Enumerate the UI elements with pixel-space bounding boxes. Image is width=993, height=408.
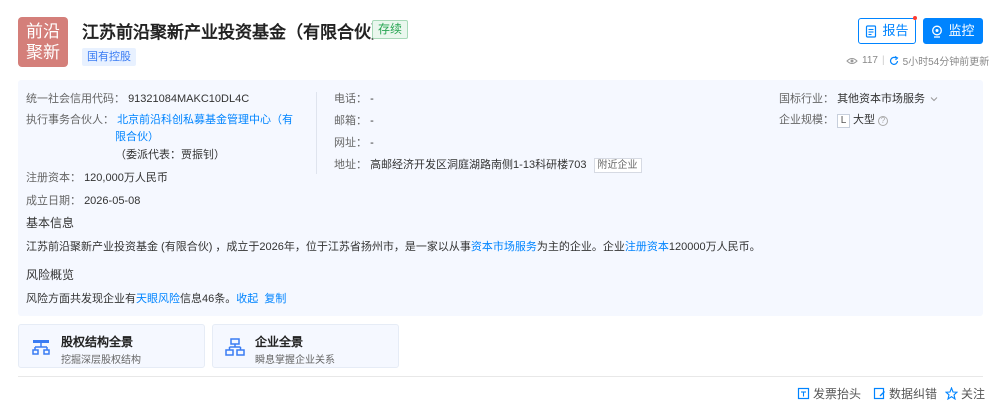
- address-label: 地址：: [334, 159, 367, 171]
- industry-link[interactable]: 资本市场服务: [471, 241, 537, 253]
- address-value: 高邮经济开发区洞庭湖路南侧1-13科研楼703: [370, 159, 587, 171]
- monitor-icon: [932, 25, 943, 38]
- partner-row: 执行事务合伙人： 北京前沿科创私募基金管理中心（有: [26, 111, 293, 127]
- meta-row: 117 | 5小时54分钟前更新: [846, 53, 989, 68]
- risk-text-1: 风险方面共发现企业有: [26, 293, 136, 305]
- email-row: 邮箱： -: [334, 112, 374, 128]
- ownership-tag[interactable]: 国有控股: [82, 48, 136, 66]
- credit-code-label: 统一社会信用代码：: [26, 93, 125, 105]
- copy-button[interactable]: 复制: [264, 293, 286, 305]
- meta-separator: |: [881, 55, 885, 66]
- view-count: 117: [862, 55, 878, 66]
- capital-row: 注册资本： 120,000万人民币: [26, 169, 168, 185]
- partner-row-2: 限合伙）: [115, 128, 159, 144]
- risk-heading: 风险概览: [26, 268, 75, 282]
- phone-value: -: [370, 93, 374, 105]
- scale-row: 企业规模： L 大型?: [779, 111, 888, 128]
- follow-label: 关注: [961, 387, 986, 401]
- partner-link[interactable]: 北京前沿科创私募基金管理中心（有: [117, 114, 293, 126]
- capital-value: 120,000万人民币: [84, 172, 168, 184]
- industry-label: 国标行业：: [779, 93, 834, 105]
- credit-code-value: 91321084MAKC10DL4C: [128, 93, 250, 105]
- notification-dot: [913, 16, 917, 20]
- report-label: 报告: [882, 23, 909, 38]
- risk-link[interactable]: 天眼风险: [136, 293, 180, 305]
- logo-line-2: 聚新: [26, 43, 60, 62]
- card-title: 企业全景: [255, 335, 304, 349]
- invoice-header-button[interactable]: 发票抬头: [797, 385, 861, 402]
- invoice-label: 发票抬头: [813, 387, 862, 401]
- partner-link-cont[interactable]: 限合伙）: [115, 131, 159, 143]
- follow-button[interactable]: 关注: [945, 385, 985, 402]
- email-value: -: [370, 115, 374, 127]
- address-row: 地址： 高邮经济开发区洞庭湖路南侧1-13科研楼703 附近企业: [334, 156, 642, 173]
- report-button[interactable]: 报告: [858, 18, 916, 44]
- document-icon: [866, 24, 877, 38]
- partner-label: 执行事务合伙人：: [26, 114, 114, 126]
- website-value: -: [370, 137, 374, 149]
- collapse-button[interactable]: 收起: [236, 293, 258, 305]
- equity-structure-card[interactable]: 股权结构全景 挖掘深层股权结构: [18, 324, 205, 368]
- phone-row: 电话： -: [334, 90, 374, 106]
- data-correction-button[interactable]: 数据纠错: [873, 385, 937, 402]
- eye-icon: [846, 57, 858, 64]
- equity-structure-icon: [32, 340, 50, 355]
- website-row: 网址： -: [334, 134, 374, 150]
- updated-time: 5小时54分钟前更新: [902, 57, 990, 68]
- risk-text: 风险方面共发现企业有天眼风险信息46条。收起 复制: [26, 290, 286, 306]
- footer-divider: [18, 376, 983, 377]
- scale-letter-badge: L: [837, 114, 850, 128]
- industry-value[interactable]: 其他资本市场服务: [837, 93, 925, 105]
- email-label: 邮箱：: [334, 115, 367, 127]
- chevron-down-icon[interactable]: [930, 96, 938, 102]
- column-divider: [316, 92, 317, 174]
- credit-code-row: 统一社会信用代码： 91321084MAKC10DL4C: [26, 90, 249, 106]
- help-icon[interactable]: ?: [878, 116, 888, 126]
- founded-label: 成立日期：: [26, 195, 81, 207]
- scale-value: 大型: [853, 114, 875, 126]
- risk-text-2: 信息46条。: [180, 293, 237, 305]
- logo-line-1: 前沿: [26, 22, 60, 41]
- monitor-label: 监控: [948, 23, 975, 38]
- scale-label: 企业规模：: [779, 114, 834, 126]
- partner-representative: （委派代表：贾振钊）: [115, 146, 225, 162]
- status-badge: 存续: [372, 20, 409, 39]
- refresh-icon: [889, 55, 898, 65]
- partner-rep-text: （委派代表：贾振钊）: [115, 149, 225, 161]
- company-logo: 前沿 聚新: [18, 17, 68, 67]
- capital-label: 注册资本：: [26, 172, 81, 184]
- founded-value: 2026-05-08: [84, 195, 141, 207]
- capital-link[interactable]: 注册资本: [625, 241, 669, 253]
- correction-label: 数据纠错: [889, 387, 938, 401]
- star-icon: [945, 387, 958, 400]
- enterprise-panorama-icon: [225, 338, 245, 356]
- edit-icon: [873, 387, 885, 400]
- card-subtitle: 挖掘深层股权结构: [61, 355, 141, 366]
- card-title: 股权结构全景: [61, 335, 134, 349]
- enterprise-panorama-card[interactable]: 企业全景 瞬息掌握企业关系: [212, 324, 399, 368]
- company-name: 江苏前沿聚新产业投资基金（有限合伙）: [82, 23, 388, 42]
- basic-info-heading: 基本信息: [26, 216, 75, 230]
- nearby-companies-button[interactable]: 附近企业: [593, 157, 642, 173]
- basic-text-2: 为主的企业。企业: [536, 241, 625, 253]
- website-label: 网址：: [334, 137, 367, 149]
- founded-row: 成立日期： 2026-05-08: [26, 192, 140, 208]
- phone-label: 电话：: [334, 93, 367, 105]
- monitor-button[interactable]: 监控: [923, 18, 983, 44]
- industry-row: 国标行业： 其他资本市场服务: [779, 90, 938, 106]
- card-subtitle: 瞬息掌握企业关系: [255, 355, 335, 366]
- basic-info-text: 江苏前沿聚新产业投资基金 (有限合伙) ，成立于2026年，位于江苏省扬州市，是…: [26, 238, 761, 254]
- basic-text-1: 江苏前沿聚新产业投资基金 (有限合伙) ，成立于2026年，位于江苏省扬州市，是…: [26, 241, 471, 253]
- basic-text-3: 120000万人民币。: [668, 241, 761, 253]
- invoice-icon: [797, 387, 810, 400]
